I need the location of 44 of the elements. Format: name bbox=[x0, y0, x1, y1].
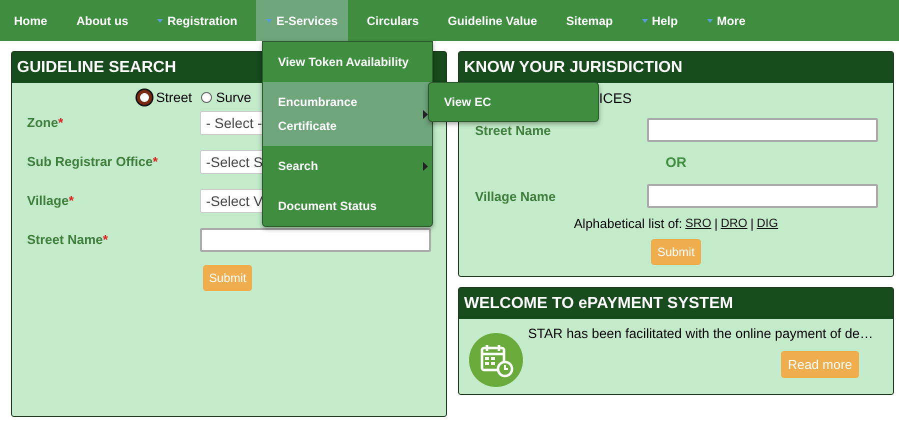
section-subtitle: ICES bbox=[599, 90, 632, 106]
field-label: Zone* bbox=[27, 115, 64, 130]
caret-icon bbox=[706, 18, 713, 22]
menu-item[interactable]: Search bbox=[263, 146, 432, 186]
nav-item[interactable]: About us bbox=[66, 0, 138, 41]
radio-label: Surve bbox=[216, 90, 252, 105]
nav-item[interactable]: Circulars bbox=[356, 0, 429, 41]
input-field[interactable] bbox=[647, 118, 878, 142]
radio-label: Street bbox=[156, 90, 192, 105]
nav-item[interactable]: E-Services bbox=[256, 0, 348, 41]
menu-item[interactable]: View EC bbox=[429, 83, 506, 121]
caret-icon bbox=[266, 18, 272, 22]
field-label: Street Name* bbox=[27, 232, 109, 247]
menu-item[interactable]: Encumbrance Certificate bbox=[263, 82, 432, 146]
radio-button[interactable] bbox=[201, 92, 212, 103]
menu-item[interactable]: Document Status bbox=[263, 186, 432, 226]
list-label: Alphabetical list of: bbox=[574, 216, 682, 231]
caret-icon bbox=[642, 18, 648, 22]
input-field[interactable] bbox=[647, 184, 878, 208]
separator: | bbox=[714, 216, 718, 231]
field-label: Sub Registrar Office* bbox=[27, 154, 159, 169]
input-field[interactable] bbox=[200, 228, 431, 252]
list-link[interactable]: DIG bbox=[756, 216, 778, 231]
separator: | bbox=[750, 216, 754, 231]
panel-title: WELCOME TO ePAYMENT SYSTEM bbox=[459, 288, 893, 319]
field-label: Village Name bbox=[475, 188, 557, 204]
panel-title: KNOW YOUR JURISDICTION bbox=[459, 52, 893, 83]
list-link[interactable]: DRO bbox=[720, 216, 748, 231]
arrow-icon bbox=[423, 162, 428, 170]
field-label: Street Name bbox=[475, 122, 552, 138]
payment-text: STAR has been facilitated with the online payment of de… bbox=[528, 326, 874, 341]
list-link[interactable]: SRO bbox=[685, 216, 712, 231]
nav-item[interactable]: Help bbox=[632, 0, 688, 41]
nav-item[interactable]: More bbox=[696, 0, 756, 41]
nav-item[interactable]: Home bbox=[4, 0, 58, 41]
radio-button[interactable] bbox=[137, 90, 152, 105]
nav-item[interactable]: Sitemap bbox=[556, 0, 623, 41]
nav-item[interactable]: Guideline Value bbox=[438, 0, 548, 41]
calendar-clock-icon bbox=[469, 333, 523, 387]
arrow-icon bbox=[423, 110, 428, 118]
nav-item[interactable]: Registration bbox=[147, 0, 248, 41]
field-label: Village* bbox=[27, 193, 75, 208]
or-label: OR bbox=[666, 154, 686, 170]
caret-icon bbox=[157, 18, 164, 22]
